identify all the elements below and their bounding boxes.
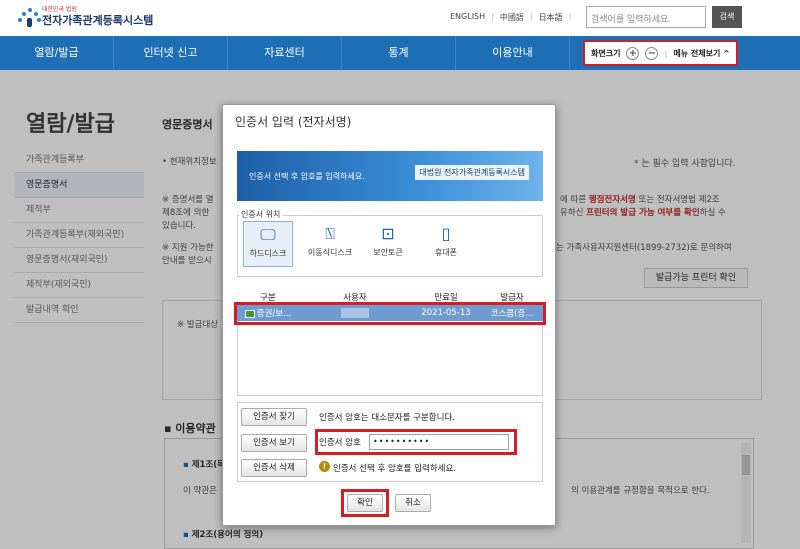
location-mobile-phone[interactable]: ▯ 휴대폰 — [421, 221, 471, 267]
dialog-banner: 인증서 선택 후 암호를 입력하세요. 대법원 전자가족관계등록시스템 — [237, 151, 543, 201]
zoom-label: 화면크기 — [591, 48, 621, 58]
view-cert-button[interactable]: 인증서 보기 — [241, 434, 307, 452]
nav-item-view-issue[interactable]: 열람/발급 — [0, 36, 114, 70]
main-nav: 열람/발급 인터넷 신고 자료센터 통계 이용안내 화면크기 + − | 메뉴 … — [0, 36, 800, 70]
nav-item-internet-report[interactable]: 인터넷 신고 — [114, 36, 228, 70]
cancel-button[interactable]: 취소 — [395, 494, 431, 512]
site-logo[interactable]: 대한민국 법원 전자가족관계등록시스템 — [16, 4, 153, 30]
zoom-out-button[interactable]: − — [645, 46, 659, 60]
delete-cert-button[interactable]: 인증서 삭제 — [241, 459, 307, 477]
certificate-dialog: 인증서 입력 (전자서명) 인증서 선택 후 암호를 입력하세요. 대법원 전자… — [222, 104, 556, 526]
lang-english-link[interactable]: ENGLISH — [450, 12, 485, 23]
monitor-icon: 🖵 — [260, 225, 276, 244]
case-sensitive-note: 인증서 암호는 대소문자를 구분합니다. — [319, 413, 455, 423]
token-icon: ⊡ — [381, 224, 395, 243]
banner-logo: 대법원 전자가족관계등록시스템 — [415, 165, 529, 180]
location-legend: 인증서 위치 — [239, 209, 283, 220]
logo-subtitle: 대한민국 법원 — [42, 6, 78, 13]
location-removable-disk[interactable]: ⍂ 이동식디스크 — [305, 221, 355, 267]
language-links: ENGLISH | 中國語 | 日本語 | — [450, 12, 572, 23]
search-input[interactable]: 검색어를 입력하세요. — [586, 6, 706, 28]
top-header: 대한민국 법원 전자가족관계등록시스템 ENGLISH | 中國語 | 日本語 | 검… — [0, 0, 800, 36]
ok-highlight — [341, 489, 389, 517]
location-security-token[interactable]: ⊡ 보안토큰 — [363, 221, 413, 267]
banner-text: 인증서 선택 후 암호를 입력하세요. — [249, 172, 365, 181]
location-hard-disk[interactable]: 🖵 하드디스크 — [243, 221, 293, 267]
search-button[interactable]: 검색 — [712, 6, 742, 28]
warning-icon: ! — [319, 461, 330, 472]
password-highlight — [315, 429, 517, 455]
logo-title: 전자가족관계등록시스템 — [42, 14, 154, 27]
all-menu-button[interactable]: 메뉴 전체보기 ^ — [673, 48, 729, 59]
nav-tools: 화면크기 + − | 메뉴 전체보기 ^ — [583, 40, 738, 66]
zoom-in-button[interactable]: + — [626, 46, 640, 60]
nav-item-guide[interactable]: 이용안내 — [456, 36, 570, 70]
nav-item-resource-center[interactable]: 자료센터 — [228, 36, 342, 70]
lang-japanese-link[interactable]: 日本語 — [539, 12, 563, 23]
usb-icon: ⍂ — [325, 224, 335, 243]
phone-icon: ▯ — [441, 224, 451, 243]
lang-chinese-link[interactable]: 中國語 — [500, 12, 524, 23]
nav-item-statistics[interactable]: 통계 — [342, 36, 456, 70]
dialog-title: 인증서 입력 (전자서명) — [235, 115, 352, 129]
cert-row-highlight — [234, 302, 546, 325]
warning-text: 인증서 선택 후 암호를 입력하세요. — [333, 464, 456, 474]
find-cert-button[interactable]: 인증서 찾기 — [241, 408, 307, 426]
logo-mark-icon — [16, 4, 42, 30]
